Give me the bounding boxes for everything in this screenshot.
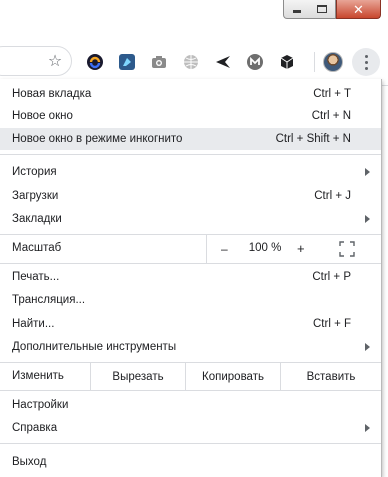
toolbar-separator	[314, 52, 315, 72]
menu-item-label: История	[12, 166, 57, 178]
menu-item-find[interactable]: Найти... Ctrl + F	[0, 313, 381, 335]
maximize-icon	[317, 5, 327, 13]
zoom-in-button[interactable]: +	[297, 241, 305, 256]
menu-item-label: Новое окно в режиме инкогнито	[12, 133, 183, 145]
globe-extension-icon[interactable]	[182, 53, 200, 71]
menu-item-exit[interactable]: Выход	[0, 451, 381, 473]
submenu-arrow-icon	[365, 424, 370, 432]
browser-screen: ✕ ☆ Новая вкладка Ctrl + T Новое окно Ct…	[0, 0, 388, 477]
menu-item-label: Печать...	[12, 271, 60, 283]
menu-item-shortcut: Ctrl + F	[312, 318, 351, 330]
submenu-arrow-icon	[365, 168, 370, 176]
mega-extension-icon[interactable]	[246, 53, 264, 71]
menu-item-incognito[interactable]: Новое окно в режиме инкогнито Ctrl + Shi…	[0, 128, 381, 150]
menu-divider	[0, 443, 381, 444]
menu-item-label: Закладки	[12, 213, 62, 225]
page-edge	[382, 86, 388, 477]
camera-extension-icon[interactable]	[150, 53, 168, 71]
menu-item-label: Выход	[12, 456, 47, 468]
menu-item-help[interactable]: Справка	[0, 417, 381, 439]
menu-item-shortcut: Ctrl + P	[312, 271, 351, 283]
menu-item-label: Загрузки	[12, 190, 59, 202]
close-button[interactable]: ✕	[336, 0, 381, 19]
swipe-extension-icon[interactable]	[86, 53, 104, 71]
menu-divider	[0, 263, 381, 264]
menu-item-shortcut: Ctrl + J	[314, 190, 351, 202]
menu-item-label: Новое окно	[12, 110, 73, 122]
paste-label: Вставить	[306, 370, 356, 383]
menu-item-more-tools[interactable]: Дополнительные инструменты	[0, 336, 381, 358]
menu-item-print[interactable]: Печать... Ctrl + P	[0, 266, 381, 288]
menu-item-label: Дополнительные инструменты	[12, 341, 177, 353]
menu-item-new-window[interactable]: Новое окно Ctrl + N	[0, 105, 381, 127]
zoom-row: Масштаб – 100 % +	[0, 235, 381, 263]
menu-item-shortcut: Ctrl + Shift + N	[275, 133, 351, 145]
paste-button[interactable]: Вставить	[280, 363, 381, 390]
feedly-extension-icon[interactable]	[118, 53, 136, 71]
avatar[interactable]	[323, 52, 343, 72]
fullscreen-icon[interactable]	[339, 241, 355, 257]
close-icon: ✕	[353, 1, 364, 17]
menu-item-downloads[interactable]: Загрузки Ctrl + J	[0, 185, 381, 207]
menu-item-history[interactable]: История	[0, 161, 381, 183]
cube-extension-icon[interactable]	[278, 53, 296, 71]
menu-divider	[0, 154, 381, 155]
minimize-button[interactable]	[283, 0, 310, 19]
zoom-label: Масштаб	[12, 242, 62, 254]
kebab-menu-icon[interactable]	[352, 48, 380, 76]
cut-button[interactable]: Вырезать	[90, 363, 185, 390]
menu-item-label: Найти...	[12, 318, 55, 330]
menu-item-bookmarks[interactable]: Закладки	[0, 208, 381, 230]
menu-item-label: Справка	[12, 422, 58, 434]
chrome-main-menu: Новая вкладка Ctrl + T Новое окно Ctrl +…	[0, 79, 382, 477]
submenu-arrow-icon	[365, 343, 370, 351]
maximize-button[interactable]	[309, 0, 336, 19]
window-caption: ✕	[0, 0, 388, 38]
menu-item-shortcut: Ctrl + N	[311, 110, 351, 122]
menu-divider	[0, 390, 381, 391]
arrow-extension-icon[interactable]	[214, 53, 232, 71]
submenu-arrow-icon	[365, 215, 370, 223]
star-icon[interactable]: ☆	[46, 53, 64, 71]
menu-item-label: Новая вкладка	[12, 88, 92, 100]
zoom-controls: – 100 % +	[206, 235, 381, 263]
minimize-icon	[292, 10, 301, 13]
edit-label: Изменить	[12, 370, 64, 382]
edit-row: Изменить Вырезать Копировать Вставить	[0, 363, 381, 390]
zoom-level: 100 %	[248, 242, 282, 254]
menu-item-new-tab[interactable]: Новая вкладка Ctrl + T	[0, 83, 381, 105]
menu-item-cast[interactable]: Трансляция...	[0, 289, 381, 311]
copy-button[interactable]: Копировать	[185, 363, 280, 390]
menu-item-label: Трансляция...	[12, 294, 86, 306]
copy-label: Копировать	[202, 370, 264, 383]
menu-item-shortcut: Ctrl + T	[313, 88, 351, 100]
menu-item-label: Настройки	[12, 399, 69, 411]
menu-item-settings[interactable]: Настройки	[0, 394, 381, 416]
zoom-out-button[interactable]: –	[221, 242, 228, 256]
cut-label: Вырезать	[112, 370, 164, 383]
